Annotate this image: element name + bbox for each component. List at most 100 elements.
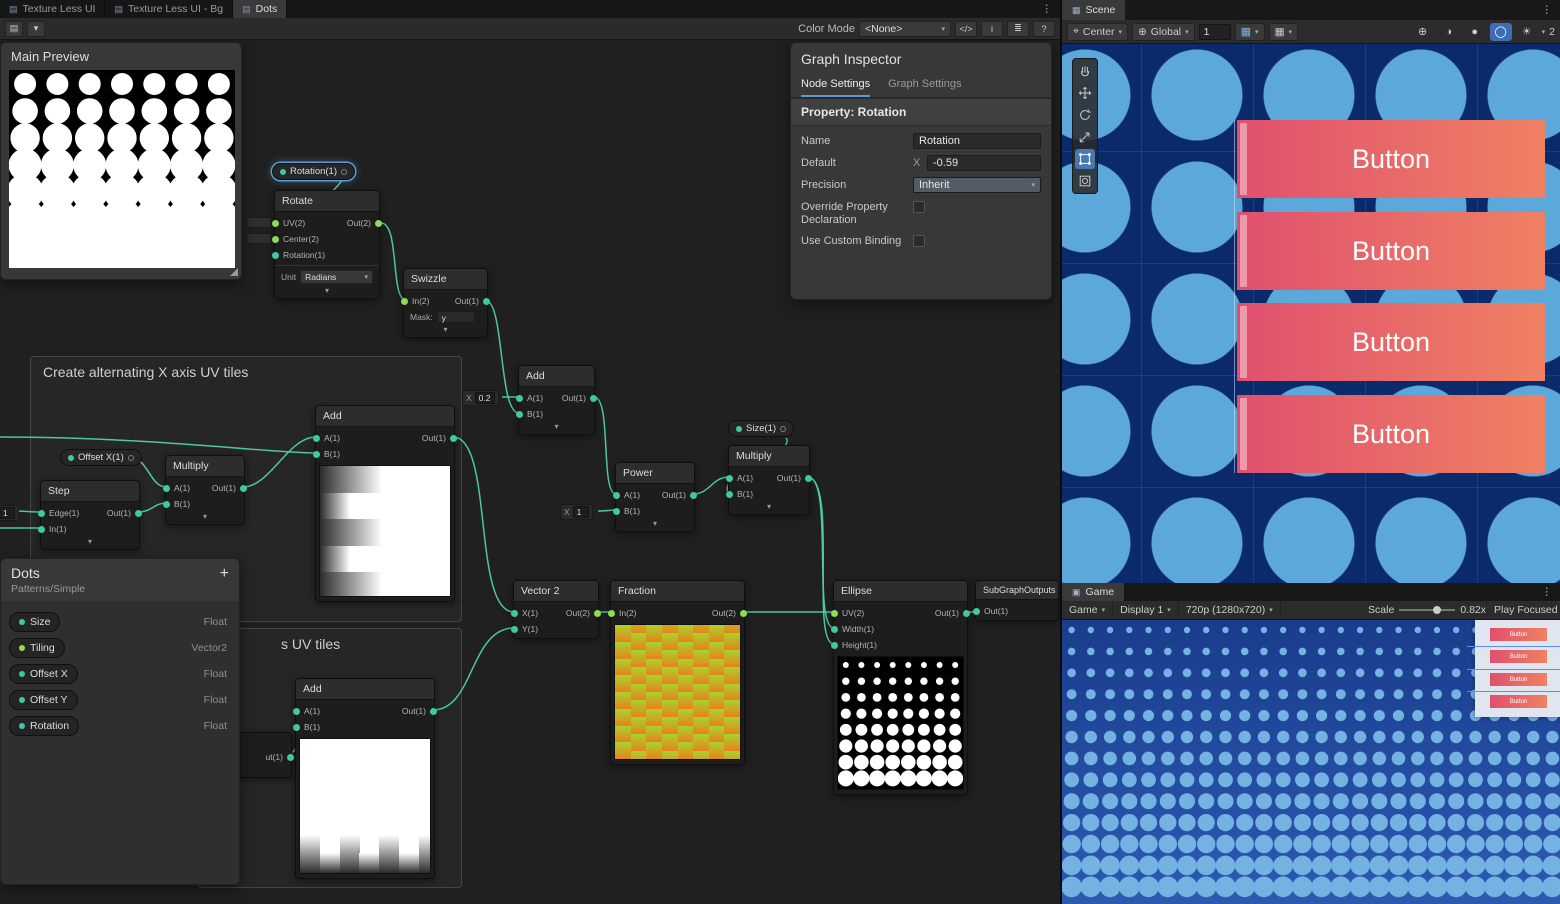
game-menu-icon[interactable]: ⋮ bbox=[1534, 583, 1560, 601]
multiply-node-1[interactable]: Multiply A(1)Out(1) B(1) ▾ bbox=[165, 455, 245, 525]
tab-game[interactable]: ▣Game bbox=[1062, 583, 1124, 601]
swizzle-node[interactable]: Swizzle In(2)Out(1) Mask:y ▾ bbox=[403, 268, 488, 338]
float-field-power-b[interactable]: X 1 bbox=[560, 504, 593, 520]
game-button-1[interactable]: Button bbox=[1490, 628, 1547, 641]
info-button[interactable]: i bbox=[981, 21, 1003, 37]
blackboard-toggle-button[interactable]: ≣ bbox=[1007, 21, 1029, 37]
property-row-offset-y[interactable]: Offset Y Float bbox=[9, 687, 231, 713]
unit-dropdown[interactable]: Radians▾ bbox=[300, 270, 373, 284]
scale-slider[interactable] bbox=[1399, 609, 1455, 611]
input-port[interactable] bbox=[516, 411, 523, 418]
scene-button-3[interactable]: Button bbox=[1237, 303, 1545, 381]
game-button-2[interactable]: Button bbox=[1490, 650, 1547, 663]
rotate-tool[interactable] bbox=[1075, 105, 1095, 125]
display-dropdown[interactable]: Display 1▾ bbox=[1113, 601, 1179, 619]
input-port[interactable] bbox=[511, 610, 518, 617]
grid-size-field[interactable]: 1 bbox=[1199, 24, 1231, 40]
property-row-offset-x[interactable]: Offset X Float bbox=[9, 661, 231, 687]
input-port[interactable] bbox=[831, 610, 838, 617]
multiply-node-2[interactable]: Multiply A(1)Out(1) B(1) ▾ bbox=[728, 445, 810, 515]
tab-dots[interactable]: ▤Dots bbox=[233, 0, 287, 18]
mask-input[interactable]: y bbox=[437, 311, 475, 323]
collapse-chevron[interactable]: ▾ bbox=[519, 422, 594, 433]
input-port[interactable] bbox=[516, 395, 523, 402]
collapse-chevron[interactable]: ▾ bbox=[404, 325, 487, 336]
scene-button-4[interactable]: Button bbox=[1237, 395, 1545, 473]
output-port[interactable] bbox=[590, 395, 597, 402]
value[interactable]: 1 bbox=[0, 507, 15, 519]
output-port[interactable] bbox=[135, 510, 142, 517]
add-node-2[interactable]: Add A(1)Out(1) B(1) bbox=[315, 405, 455, 602]
scene-menu-icon[interactable]: ⋮ bbox=[1534, 0, 1560, 20]
input-port[interactable] bbox=[831, 626, 838, 633]
tab-graph-settings[interactable]: Graph Settings bbox=[888, 75, 961, 97]
output-port[interactable] bbox=[690, 492, 697, 499]
resize-grip[interactable] bbox=[230, 268, 238, 276]
binding-checkbox[interactable] bbox=[913, 235, 925, 247]
power-node[interactable]: Power A(1)Out(1) B(1) ▾ bbox=[615, 462, 695, 532]
input-port[interactable] bbox=[401, 298, 408, 305]
scene-audio-button[interactable]: ● bbox=[1464, 23, 1486, 41]
property-node-size[interactable]: Size(1) bbox=[728, 420, 794, 437]
collapse-chevron[interactable]: ▾ bbox=[729, 502, 809, 513]
default-input[interactable]: -0.59 bbox=[927, 155, 1041, 171]
help-button[interactable]: ? bbox=[1033, 21, 1055, 37]
collapse-chevron[interactable]: ▾ bbox=[616, 519, 694, 530]
value[interactable]: 0.2 bbox=[475, 392, 495, 404]
output-port[interactable] bbox=[963, 610, 970, 617]
graph-inspector-panel[interactable]: Graph Inspector Node Settings Graph Sett… bbox=[790, 42, 1052, 300]
step-node[interactable]: Step Edge(1)Out(1) In(1) ▾ bbox=[40, 480, 140, 550]
output-port[interactable] bbox=[430, 708, 437, 715]
snap-increment-dropdown[interactable]: ▦▾ bbox=[1269, 23, 1298, 41]
game-view-dropdown[interactable]: Game▾ bbox=[1062, 601, 1113, 619]
output-port[interactable] bbox=[594, 610, 601, 617]
tab-scene[interactable]: ▦Scene bbox=[1062, 0, 1125, 20]
code-view-button[interactable]: </> bbox=[955, 21, 977, 37]
output-port[interactable] bbox=[287, 754, 294, 761]
input-port[interactable] bbox=[293, 724, 300, 731]
game-button-3[interactable]: Button bbox=[1490, 673, 1547, 686]
input-port[interactable] bbox=[973, 608, 980, 615]
input-port[interactable] bbox=[613, 492, 620, 499]
save-asset-button[interactable]: ▤ bbox=[5, 21, 23, 37]
input-port[interactable] bbox=[313, 435, 320, 442]
save-caret-button[interactable]: ▾ bbox=[27, 21, 45, 37]
pivot-dropdown[interactable]: ⌖Center▾ bbox=[1067, 23, 1128, 41]
tab-node-settings[interactable]: Node Settings bbox=[801, 75, 870, 97]
game-button-4[interactable]: Button bbox=[1490, 695, 1547, 708]
vector2-node[interactable]: Vector 2 X(1)Out(2) Y(1) bbox=[513, 580, 599, 639]
collapse-chevron[interactable]: ▾ bbox=[41, 537, 139, 548]
grid-snap-dropdown[interactable]: ▦▾ bbox=[1235, 23, 1265, 41]
main-preview-panel[interactable]: Main Preview bbox=[0, 42, 242, 280]
collapse-chevron[interactable]: ▾ bbox=[275, 286, 379, 297]
property-row-size[interactable]: Size Float bbox=[9, 609, 231, 635]
input-port[interactable] bbox=[272, 252, 279, 259]
precision-dropdown[interactable]: Inherit▾ bbox=[913, 177, 1041, 193]
property-node-rotation[interactable]: Rotation(1) bbox=[272, 163, 355, 180]
hand-tool[interactable] bbox=[1075, 61, 1095, 81]
output-port[interactable] bbox=[450, 435, 457, 442]
input-port[interactable] bbox=[726, 491, 733, 498]
output-port[interactable] bbox=[483, 298, 490, 305]
input-port[interactable] bbox=[726, 475, 733, 482]
input-port[interactable] bbox=[608, 610, 615, 617]
slider-knob[interactable] bbox=[1433, 606, 1441, 614]
scene-effects-button[interactable]: ◯ bbox=[1490, 23, 1512, 41]
property-row-rotation[interactable]: Rotation Float bbox=[9, 713, 231, 739]
scene-button-1[interactable]: Button bbox=[1237, 120, 1545, 198]
resolution-dropdown[interactable]: 720p (1280x720)▾ bbox=[1179, 601, 1281, 619]
input-port[interactable] bbox=[272, 236, 279, 243]
subgraph-outputs-node[interactable]: SubGraphOutputs Out(1) bbox=[975, 580, 1059, 621]
rect-tool[interactable] bbox=[1075, 149, 1095, 169]
add-node-1[interactable]: Add A(1)Out(1) B(1) ▾ bbox=[518, 365, 595, 435]
input-port[interactable] bbox=[38, 526, 45, 533]
output-port[interactable] bbox=[240, 485, 247, 492]
ellipse-node[interactable]: Ellipse UV(2)Out(1) Width(1) Height(1) bbox=[833, 580, 968, 795]
scene-visibility-button[interactable]: ☀ bbox=[1516, 23, 1538, 41]
value-stub[interactable] bbox=[246, 233, 272, 244]
input-port[interactable] bbox=[272, 220, 279, 227]
float-field-step-edge[interactable]: 1 bbox=[0, 505, 19, 521]
property-row-tiling[interactable]: Tiling Vector2 bbox=[9, 635, 231, 661]
output-port[interactable] bbox=[375, 220, 382, 227]
name-input[interactable]: Rotation bbox=[913, 133, 1041, 149]
